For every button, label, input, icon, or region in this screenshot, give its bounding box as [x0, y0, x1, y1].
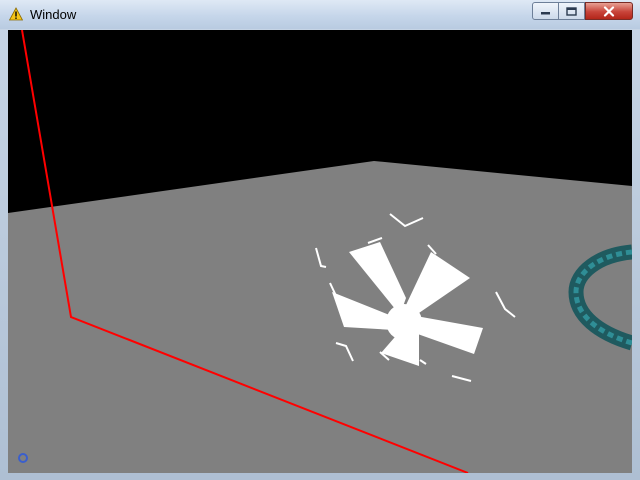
close-button[interactable]	[585, 2, 633, 20]
minimize-button[interactable]	[532, 2, 559, 20]
3d-scene	[8, 30, 632, 473]
title-bar[interactable]: Window	[0, 0, 640, 29]
close-icon	[603, 5, 615, 17]
floor-plane	[8, 161, 632, 473]
window-title: Window	[30, 7, 77, 22]
minimize-icon	[541, 12, 550, 15]
render-viewport[interactable]	[8, 30, 632, 473]
maximize-icon	[566, 6, 577, 16]
maximize-button[interactable]	[558, 2, 585, 20]
warning-icon	[9, 7, 23, 21]
app-window: Window	[0, 0, 640, 480]
